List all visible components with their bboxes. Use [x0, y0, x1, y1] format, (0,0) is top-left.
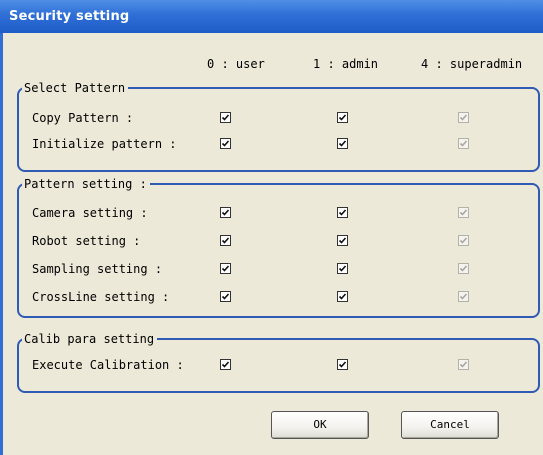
group-select-pattern: Select Pattern — [17, 82, 540, 172]
title-bar[interactable]: Security setting — [0, 0, 543, 33]
column-header-admin: 1 : admin — [313, 57, 379, 71]
group-legend: Calib para setting — [24, 332, 155, 346]
checkmark-icon — [221, 209, 230, 216]
column-header-superadmin: 4 : superadmin — [421, 57, 523, 71]
execute-calibration-user-checkbox[interactable] — [220, 359, 231, 370]
checkmark-icon — [459, 140, 468, 147]
initialize-pattern-admin-checkbox[interactable] — [337, 138, 348, 149]
checkmark-icon — [459, 293, 468, 300]
crossline-setting-user-checkbox[interactable] — [220, 291, 231, 302]
checkmark-icon — [338, 265, 347, 272]
column-header-user: 0 : user — [207, 57, 265, 71]
checkmark-icon — [221, 140, 230, 147]
row-label-robot-setting: Robot setting : — [32, 234, 141, 248]
checkmark-icon — [221, 265, 230, 272]
group-legend: Select Pattern — [24, 81, 126, 95]
sampling-setting-admin-checkbox[interactable] — [337, 263, 348, 274]
initialize-pattern-superadmin-checkbox — [458, 138, 469, 149]
initialize-pattern-user-checkbox[interactable] — [220, 138, 231, 149]
crossline-setting-superadmin-checkbox — [458, 291, 469, 302]
execute-calibration-admin-checkbox[interactable] — [337, 359, 348, 370]
checkmark-icon — [459, 361, 468, 368]
row-label-initialize-pattern: Initialize pattern : — [32, 137, 177, 151]
crossline-setting-admin-checkbox[interactable] — [337, 291, 348, 302]
checkmark-icon — [338, 237, 347, 244]
checkmark-icon — [338, 293, 347, 300]
sampling-setting-user-checkbox[interactable] — [220, 263, 231, 274]
camera-setting-admin-checkbox[interactable] — [337, 207, 348, 218]
sampling-setting-superadmin-checkbox — [458, 263, 469, 274]
checkmark-icon — [338, 209, 347, 216]
checkmark-icon — [459, 209, 468, 216]
execute-calibration-superadmin-checkbox — [458, 359, 469, 370]
copy-pattern-superadmin-checkbox — [458, 112, 469, 123]
window-left-border — [0, 33, 3, 455]
camera-setting-superadmin-checkbox — [458, 207, 469, 218]
checkmark-icon — [338, 361, 347, 368]
row-label-camera-setting: Camera setting : — [32, 206, 148, 220]
robot-setting-user-checkbox[interactable] — [220, 235, 231, 246]
window-title: Security setting — [9, 9, 130, 24]
copy-pattern-admin-checkbox[interactable] — [337, 112, 348, 123]
cancel-button[interactable]: Cancel — [401, 411, 499, 439]
row-label-crossline-setting: CrossLine setting : — [32, 290, 170, 304]
checkmark-icon — [221, 237, 230, 244]
row-label-sampling-setting: Sampling setting : — [32, 262, 163, 276]
checkmark-icon — [221, 361, 230, 368]
ok-button[interactable]: OK — [271, 411, 369, 439]
copy-pattern-user-checkbox[interactable] — [220, 112, 231, 123]
checkmark-icon — [459, 237, 468, 244]
row-label-execute-calibration: Execute Calibration : — [32, 358, 184, 372]
row-label-copy-pattern: Copy Pattern : — [32, 111, 134, 125]
checkmark-icon — [459, 265, 468, 272]
security-setting-dialog: Security setting 0 : user 1 : admin 4 : … — [0, 0, 543, 455]
checkmark-icon — [221, 114, 230, 121]
camera-setting-user-checkbox[interactable] — [220, 207, 231, 218]
robot-setting-superadmin-checkbox — [458, 235, 469, 246]
checkmark-icon — [221, 293, 230, 300]
robot-setting-admin-checkbox[interactable] — [337, 235, 348, 246]
group-legend: Pattern setting : — [24, 177, 147, 191]
checkmark-icon — [459, 114, 468, 121]
checkmark-icon — [338, 114, 347, 121]
checkmark-icon — [338, 140, 347, 147]
